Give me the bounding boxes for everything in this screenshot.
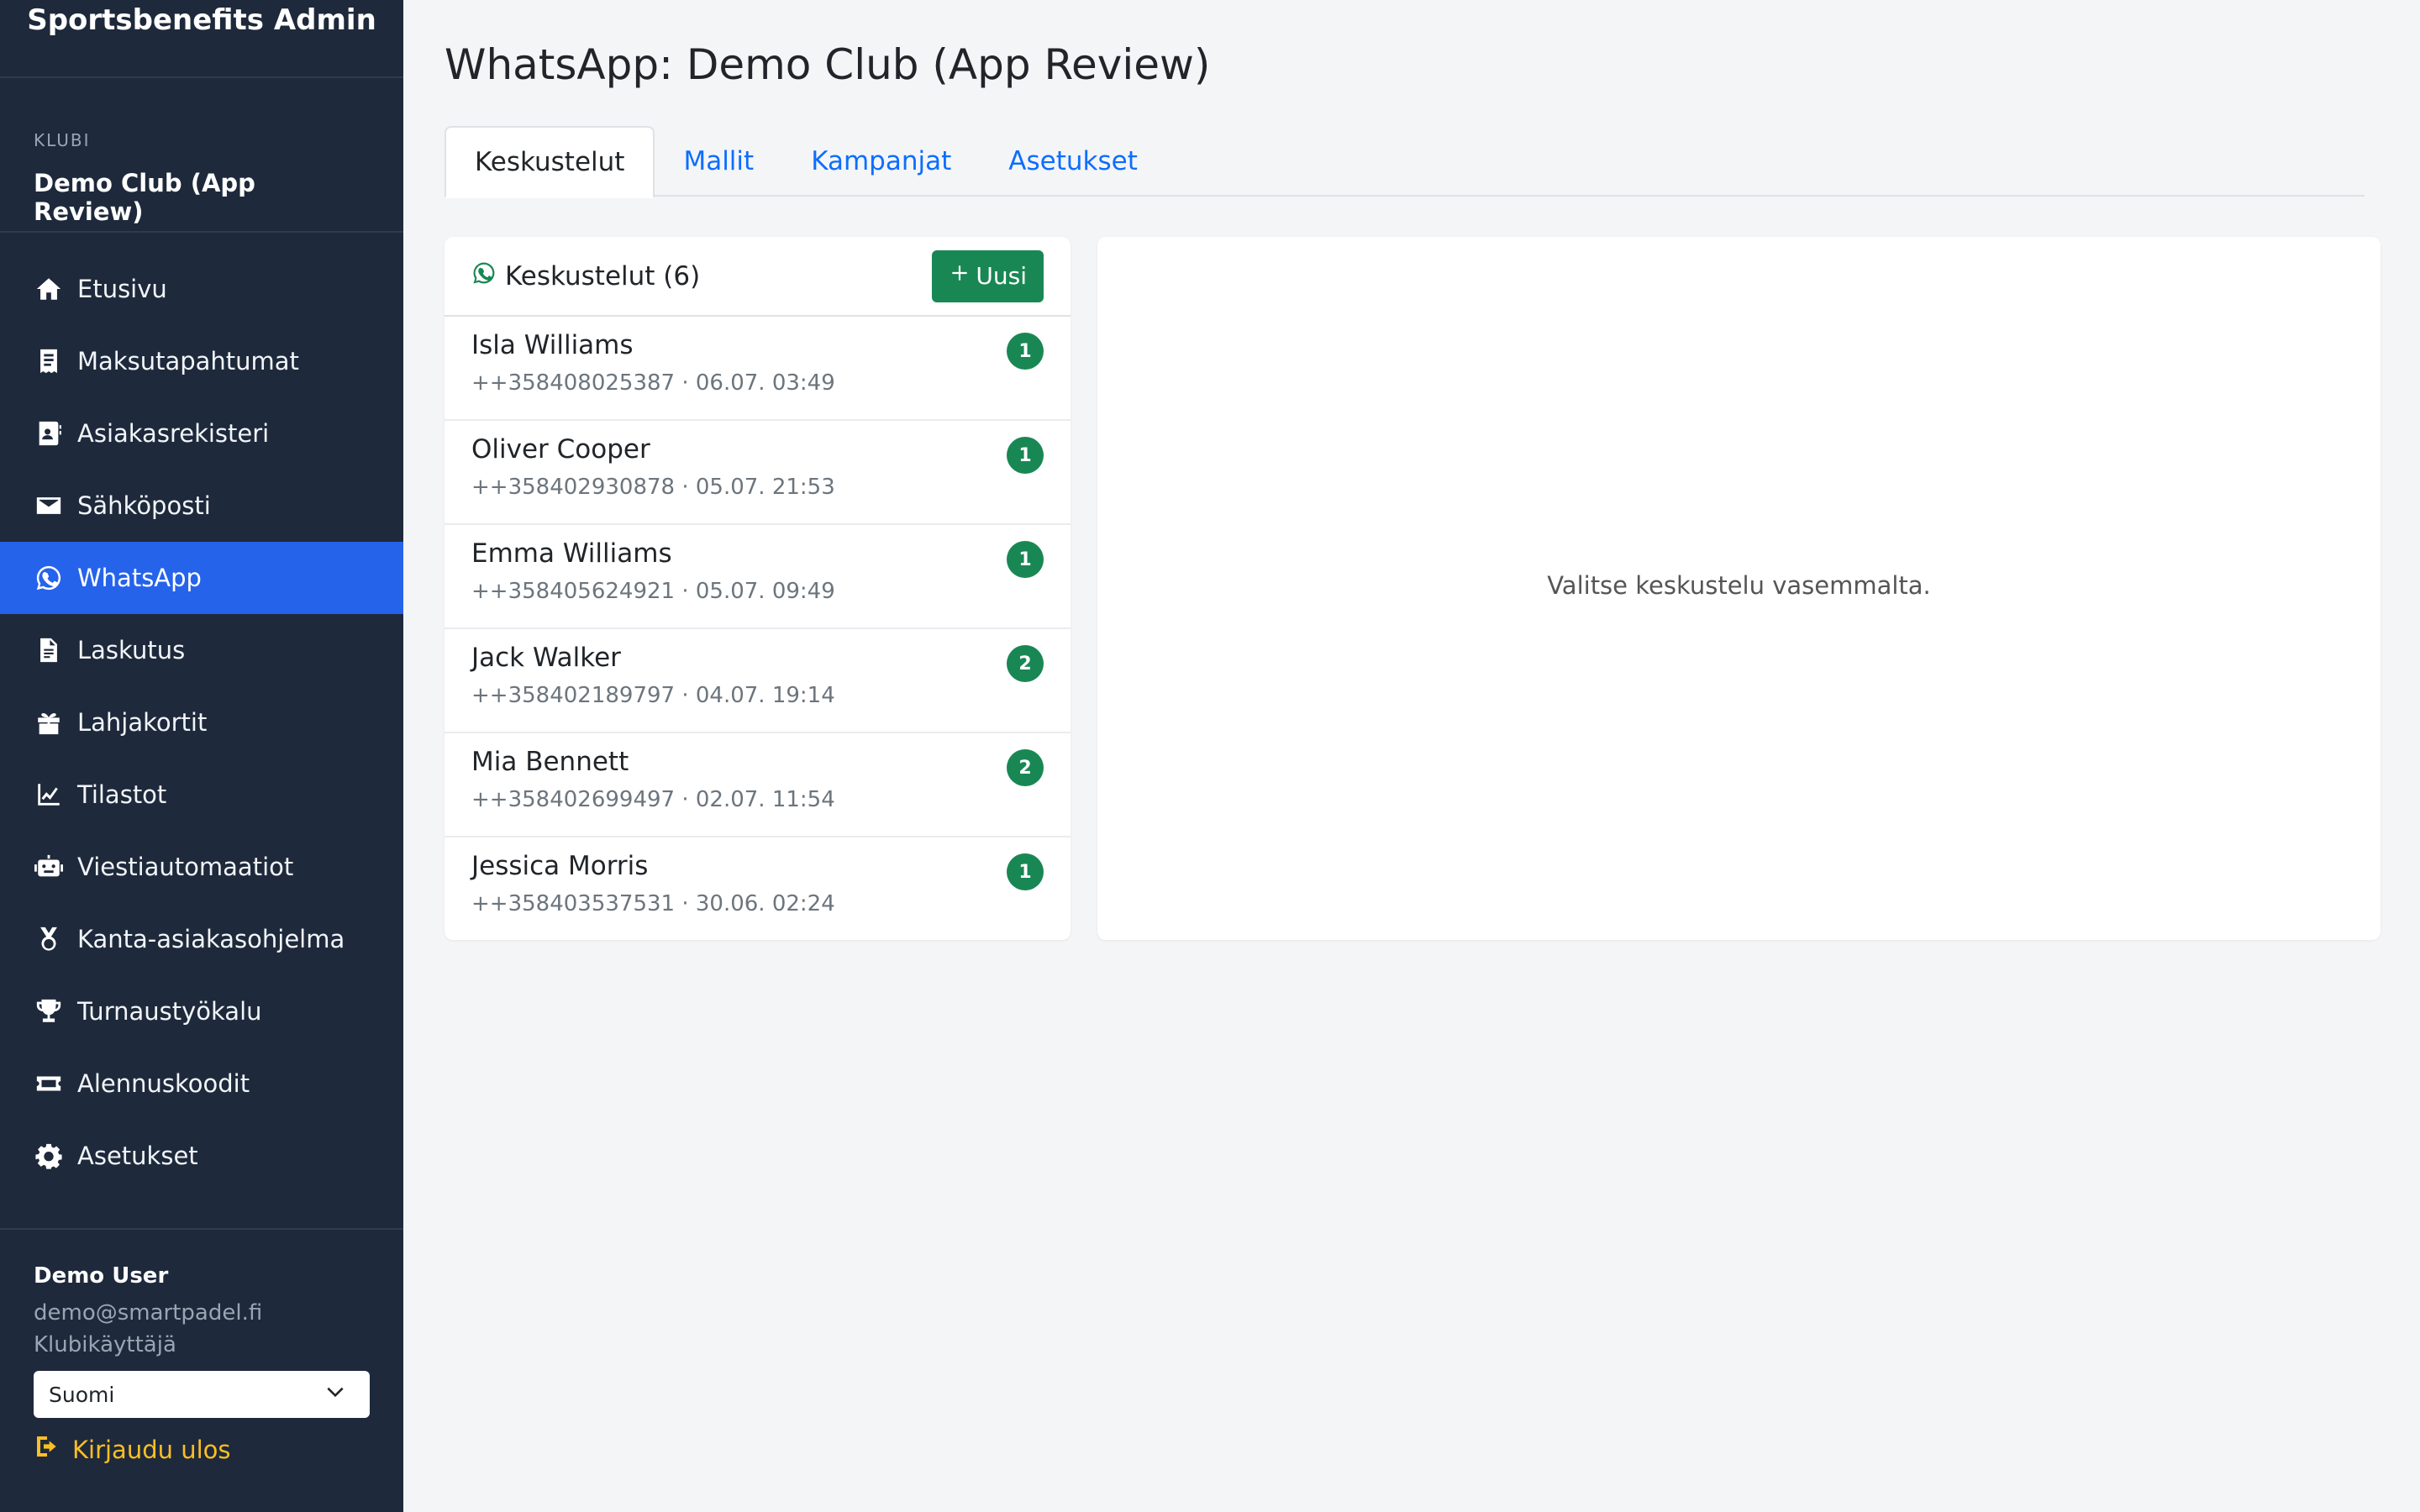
conversation-list-header: Keskustelut (6) Uusi [445,237,1071,317]
whatsapp-icon [34,563,64,593]
sidebar-item-whatsapp[interactable]: WhatsApp [0,542,403,614]
club-info: KLUBI Demo Club (App Review) [0,78,403,233]
sidebar-item-label: Sähköposti [77,491,211,520]
envelope-icon [34,491,64,521]
new-conversation-label: Uusi [976,262,1027,290]
contact-meta: ++358403537531 · 30.06. 02:24 [471,891,835,916]
sidebar-item-turnaustyokalu[interactable]: Turnaustyökalu [0,975,403,1047]
contact-card-icon [34,418,64,449]
contact-name: Oliver Cooper [471,434,650,465]
conversation-detail-panel: Valitse keskustelu vasemmalta. [1097,237,2381,940]
new-conversation-button[interactable]: Uusi [932,249,1044,302]
receipt-icon [34,346,64,376]
tab-asetukset[interactable]: Asetukset [980,126,1166,197]
contact-name: Mia Bennett [471,747,629,777]
user-role: Klubikäyttäjä [34,1332,176,1357]
chart-line-icon [34,780,64,810]
club-name: Demo Club (App Review) [34,169,255,226]
sidebar-item-label: Asetukset [77,1142,198,1170]
sidebar-item-sahkoposti[interactable]: Sähköposti [0,470,403,542]
sidebar-nav: Etusivu Maksutapahtumat Asiakasrekisteri… [0,253,403,1192]
user-email: demo@smartpadel.fi [34,1300,263,1326]
sidebar: Sportsbenefits Admin KLUBI Demo Club (Ap… [0,0,403,1512]
conversation-item[interactable]: Jack Walker ++358402189797 · 04.07. 19:1… [445,629,1071,733]
unread-badge: 2 [1007,645,1044,682]
sidebar-item-label: WhatsApp [77,564,202,592]
sidebar-item-maksutapahtumat[interactable]: Maksutapahtumat [0,325,403,397]
sidebar-item-laskutus[interactable]: Laskutus [0,614,403,686]
brand-title: Sportsbenefits Admin [0,0,403,78]
sidebar-item-label: Laskutus [77,636,186,664]
gift-icon [34,707,64,738]
unread-badge: 1 [1007,541,1044,578]
sidebar-item-etusivu[interactable]: Etusivu [0,253,403,325]
sign-out-icon [34,1433,72,1466]
contact-meta: ++358402930878 · 05.07. 21:53 [471,475,835,500]
page-title: WhatsApp: Demo Club (App Review) [445,40,1211,89]
sidebar-item-tilastot[interactable]: Tilastot [0,759,403,831]
sidebar-item-viestiautomaatiot[interactable]: Viestiautomaatiot [0,831,403,903]
whatsapp-icon [471,260,505,292]
main-content: WhatsApp: Demo Club (App Review) Keskust… [403,0,2420,1512]
sidebar-item-label: Viestiautomaatiot [77,853,294,881]
unread-badge: 1 [1007,853,1044,890]
unread-badge: 1 [1007,333,1044,370]
plus-icon [949,262,976,290]
contact-name: Isla Williams [471,330,634,360]
conversation-item[interactable]: Jessica Morris ++358403537531 · 30.06. 0… [445,837,1071,940]
unread-badge: 1 [1007,437,1044,474]
conversation-list-card: Keskustelut (6) Uusi Isla Williams ++358… [445,237,1071,940]
conversation-item[interactable]: Isla Williams ++358408025387 · 06.07. 03… [445,317,1071,421]
sidebar-item-label: Turnaustyökalu [77,997,262,1026]
logout-label: Kirjaudu ulos [72,1435,231,1464]
contact-name: Emma Williams [471,538,672,569]
contact-meta: ++358402189797 · 04.07. 19:14 [471,683,835,708]
user-panel: Demo User demo@smartpadel.fi Klubikäyttä… [0,1228,403,1466]
conversation-item[interactable]: Oliver Cooper ++358402930878 · 05.07. 21… [445,421,1071,525]
sidebar-item-kanta-asiakasohjelma[interactable]: Kanta-asiakasohjelma [0,903,403,975]
chevron-down-icon [324,1381,346,1408]
language-select[interactable]: Suomi [34,1371,370,1418]
unread-badge: 2 [1007,749,1044,786]
language-select-value: Suomi [49,1382,115,1407]
contact-name: Jessica Morris [471,851,649,881]
conversation-item[interactable]: Mia Bennett ++358402699497 · 02.07. 11:5… [445,733,1071,837]
ticket-icon [34,1068,64,1099]
sidebar-item-label: Etusivu [77,275,167,303]
sidebar-item-asiakasrekisteri[interactable]: Asiakasrekisteri [0,397,403,470]
tab-kampanjat[interactable]: Kampanjat [782,126,980,197]
medal-icon [34,924,64,954]
sidebar-item-alennuskoodit[interactable]: Alennuskoodit [0,1047,403,1120]
tab-keskustelut[interactable]: Keskustelut [445,126,655,198]
conversation-item[interactable]: Emma Williams ++358405624921 · 05.07. 09… [445,525,1071,629]
sidebar-item-label: Maksutapahtumat [77,347,299,375]
home-icon [34,274,64,304]
club-label: KLUBI [34,130,91,150]
empty-state-text: Valitse keskustelu vasemmalta. [1547,571,1931,600]
conversation-count-label: Keskustelut (6) [505,260,701,291]
document-icon [34,635,64,665]
contact-name: Jack Walker [471,643,621,673]
tab-mallit[interactable]: Mallit [655,126,782,197]
sidebar-item-label: Tilastot [77,780,167,809]
trophy-icon [34,996,64,1026]
logout-link[interactable]: Kirjaudu ulos [34,1433,370,1466]
gear-icon [34,1141,64,1171]
sidebar-item-lahjakortit[interactable]: Lahjakortit [0,686,403,759]
contact-meta: ++358408025387 · 06.07. 03:49 [471,370,835,396]
sidebar-item-label: Lahjakortit [77,708,208,737]
robot-icon [34,852,64,882]
sidebar-item-label: Kanta-asiakasohjelma [77,925,345,953]
contact-meta: ++358402699497 · 02.07. 11:54 [471,787,835,812]
tab-bar: Keskustelut Mallit Kampanjat Asetukset [445,126,2365,198]
sidebar-item-label: Asiakasrekisteri [77,419,270,448]
sidebar-item-asetukset[interactable]: Asetukset [0,1120,403,1192]
conversation-list-title: Keskustelut (6) [471,260,700,292]
user-name: Demo User [34,1263,169,1289]
contact-meta: ++358405624921 · 05.07. 09:49 [471,579,835,604]
sidebar-item-label: Alennuskoodit [77,1069,250,1098]
